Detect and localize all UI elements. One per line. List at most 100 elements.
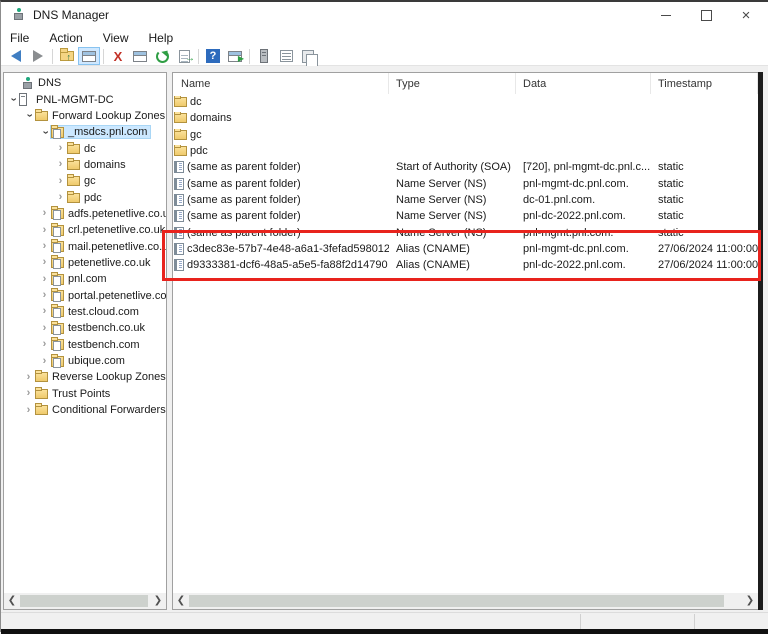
menu-view[interactable]: View	[93, 30, 139, 46]
chevron-right-icon[interactable]	[38, 225, 51, 236]
server-status-button[interactable]	[253, 47, 275, 65]
chevron-right-icon[interactable]	[38, 323, 51, 334]
chevron-right-icon[interactable]	[38, 257, 51, 268]
maximize-button[interactable]	[686, 2, 726, 29]
zone-icon	[51, 337, 64, 352]
table-row[interactable]: domains	[173, 110, 758, 126]
table-row-ns[interactable]: (same as parent folder) Name Server (NS)…	[173, 224, 758, 240]
chevron-right-icon[interactable]	[54, 192, 67, 203]
zone-icon	[51, 320, 64, 335]
tree-item-testbench-co-uk[interactable]: testbench.co.uk	[4, 320, 166, 336]
toolbar-separator	[249, 48, 250, 64]
scrollbar-track[interactable]	[189, 593, 742, 609]
tree-item-testbench-com[interactable]: testbench.com	[4, 337, 166, 353]
chevron-right-icon[interactable]	[38, 306, 51, 317]
tree-item-forward-lookup-zones[interactable]: Forward Lookup Zones	[4, 108, 166, 124]
tree-item-server[interactable]: PNL-MGMT-DC	[4, 91, 166, 107]
tree-item-test-cloud-com[interactable]: test.cloud.com	[4, 304, 166, 320]
tree-item-mail-petenetlive[interactable]: mail.petenetlive.co.uk	[4, 238, 166, 254]
table-row[interactable]: dc	[173, 94, 758, 110]
tree-item-dc[interactable]: dc	[4, 140, 166, 156]
minimize-button[interactable]	[646, 2, 686, 29]
scroll-left-icon[interactable]: ❮	[173, 593, 189, 609]
scroll-left-icon[interactable]: ❮	[4, 593, 20, 609]
table-row-ns[interactable]: (same as parent folder) Name Server (NS)…	[173, 175, 758, 191]
table-row-cname-2[interactable]: d9333381-dcf6-48a5-a5e5-fa88f2d14790 Ali…	[173, 257, 758, 273]
delete-button[interactable]: X	[107, 47, 129, 65]
record-icon	[174, 193, 184, 206]
tree-item-domains[interactable]: domains	[4, 157, 166, 173]
chevron-right-icon[interactable]	[38, 241, 51, 252]
tree-item-pnl-com[interactable]: pnl.com	[4, 271, 166, 287]
table-row[interactable]: pdc	[173, 143, 758, 159]
menu-help[interactable]: Help	[139, 30, 184, 46]
properties-button[interactable]	[129, 47, 151, 65]
table-row-soa[interactable]: (same as parent folder) Start of Authori…	[173, 159, 758, 175]
tree-item-trust-points[interactable]: Trust Points	[4, 386, 166, 402]
chevron-right-icon[interactable]	[22, 405, 35, 416]
tree-item-conditional-forwarders[interactable]: Conditional Forwarders	[4, 402, 166, 418]
menu-file[interactable]: File	[1, 30, 39, 46]
tree-item-portal-petenetlive[interactable]: portal.petenetlive.com	[4, 287, 166, 303]
forward-button[interactable]	[27, 47, 49, 65]
column-header-timestamp[interactable]: Timestamp	[651, 73, 758, 94]
new-window-button[interactable]: ▶	[224, 47, 246, 65]
server-icon	[260, 49, 268, 63]
tree-item-adfs-petenetlive[interactable]: adfs.petenetlive.co.uk	[4, 206, 166, 222]
folder-icon	[174, 145, 187, 157]
scroll-right-icon[interactable]: ❯	[742, 593, 758, 609]
copy-button[interactable]	[297, 47, 319, 67]
up-one-level-button[interactable]: ↑	[56, 47, 78, 65]
help-button[interactable]: ?	[202, 47, 224, 65]
refresh-button[interactable]	[151, 47, 173, 65]
export-arrow-icon: →	[185, 53, 195, 64]
tree-item-gc[interactable]: gc	[4, 173, 166, 189]
tree-item-pdc[interactable]: pdc	[4, 189, 166, 205]
table-row-ns[interactable]: (same as parent folder) Name Server (NS)…	[173, 192, 758, 208]
chevron-right-icon[interactable]	[38, 356, 51, 367]
chevron-right-icon[interactable]	[22, 372, 35, 383]
tree-item-ubique-com[interactable]: ubique.com	[4, 353, 166, 369]
export-list-button[interactable]: →	[173, 47, 195, 65]
play-icon: ▶	[237, 54, 244, 63]
record-icon	[174, 259, 184, 272]
zone-icon	[51, 124, 64, 139]
list-horizontal-scrollbar[interactable]: ❮ ❯	[173, 593, 758, 609]
tree-horizontal-scrollbar[interactable]: ❮ ❯	[4, 593, 166, 609]
scrollbar-track[interactable]	[20, 593, 150, 609]
chevron-right-icon[interactable]	[38, 339, 51, 350]
table-row-cname-1[interactable]: c3dec83e-57b7-4e48-a6a1-3fefad598012 Ali…	[173, 241, 758, 257]
console-tree-pane: DNS PNL-MGMT-DC Forward Lookup Zones _ms…	[3, 72, 167, 610]
scrollbar-thumb[interactable]	[20, 595, 148, 607]
chevron-right-icon[interactable]	[22, 388, 35, 399]
back-button[interactable]	[5, 47, 27, 65]
tree-item-msdcs-pnl-com[interactable]: _msdcs.pnl.com	[4, 124, 166, 140]
show-console-tree-button[interactable]	[78, 47, 100, 65]
close-button[interactable]: ×	[726, 2, 766, 29]
tree-item-dns-root[interactable]: DNS	[4, 75, 166, 91]
chevron-right-icon[interactable]	[38, 274, 51, 285]
chevron-right-icon[interactable]	[54, 159, 67, 170]
scroll-right-icon[interactable]: ❯	[150, 593, 166, 609]
scrollbar-thumb[interactable]	[189, 595, 724, 607]
chevron-right-icon[interactable]	[54, 176, 67, 187]
tree-item-petenetlive-co-uk[interactable]: petenetlive.co.uk	[4, 255, 166, 271]
chevron-down-icon[interactable]	[38, 127, 51, 138]
chevron-down-icon[interactable]	[22, 110, 35, 121]
tree-item-crl-petenetlive[interactable]: crl.petenetlive.co.uk	[4, 222, 166, 238]
chevron-right-icon[interactable]	[54, 143, 67, 154]
chevron-down-icon[interactable]	[6, 94, 19, 105]
chevron-right-icon[interactable]	[38, 208, 51, 219]
record-icon	[174, 161, 184, 174]
table-row-ns[interactable]: (same as parent folder) Name Server (NS)…	[173, 208, 758, 224]
address-list-button[interactable]	[275, 47, 297, 65]
menu-action[interactable]: Action	[39, 30, 92, 46]
column-header-data[interactable]: Data	[516, 73, 651, 94]
maximize-icon	[700, 10, 712, 21]
tree-item-reverse-lookup-zones[interactable]: Reverse Lookup Zones	[4, 369, 166, 385]
column-header-name[interactable]: Name	[173, 73, 389, 94]
zone-icon	[51, 206, 64, 221]
chevron-right-icon[interactable]	[38, 290, 51, 301]
column-header-type[interactable]: Type	[389, 73, 516, 94]
table-row[interactable]: gc	[173, 127, 758, 143]
